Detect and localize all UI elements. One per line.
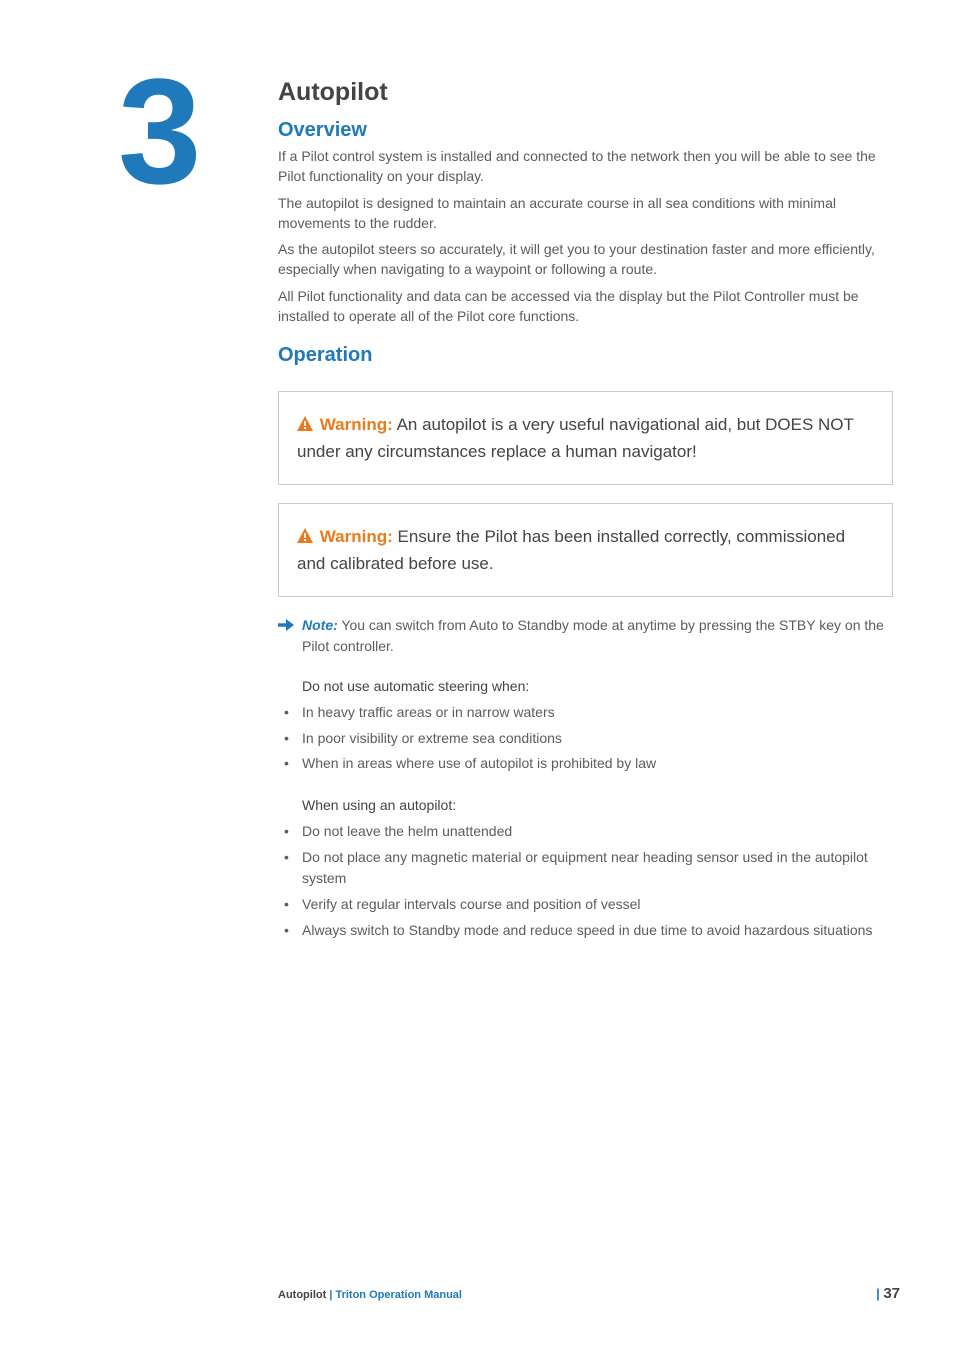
list-item: Always switch to Standby mode and reduce… [278,920,893,942]
warning-label: Warning: [320,527,393,546]
content-column: Autopilot Overview If a Pilot control sy… [278,78,893,941]
list-item: In heavy traffic areas or in narrow wate… [278,702,893,724]
list-item: Do not place any magnetic material or eq… [278,847,893,890]
warning-box-1: Warning: An autopilot is a very useful n… [278,391,893,485]
warning-label: Warning: [320,415,393,434]
footer: Autopilot | Triton Operation Manual | 37 [278,1285,900,1302]
chapter-number: 3 [118,56,197,206]
note-body: Note: You can switch from Auto to Standb… [302,615,893,656]
footer-section: Autopilot [278,1289,326,1301]
list-item: Do not leave the helm unattended [278,821,893,843]
overview-p4: All Pilot functionality and data can be … [278,286,893,327]
page-num: 37 [883,1285,900,1302]
warning-icon [297,525,313,551]
page-number: | 37 [876,1285,900,1302]
list1: In heavy traffic areas or in narrow wate… [278,702,893,775]
note-label: Note: [302,617,338,633]
breadcrumb: Autopilot | Triton Operation Manual [278,1289,462,1301]
warning-2-text: Warning: Ensure the Pilot has been insta… [297,524,874,576]
page-title: Autopilot [278,78,893,107]
operation-heading: Operation [278,344,893,367]
overview-p2: The autopilot is designed to maintain an… [278,193,893,234]
note: Note: You can switch from Auto to Standb… [278,615,893,656]
list-item: Verify at regular intervals course and p… [278,894,893,916]
list-item: When in areas where use of autopilot is … [278,753,893,775]
warning-icon [297,413,313,439]
list1-heading: Do not use automatic steering when: [302,678,893,694]
warning-1-text: Warning: An autopilot is a very useful n… [297,412,874,464]
note-text: You can switch from Auto to Standby mode… [302,617,884,653]
overview-heading: Overview [278,119,893,142]
overview-p3: As the autopilot steers so accurately, i… [278,239,893,280]
overview-p1: If a Pilot control system is installed a… [278,146,893,187]
arrow-right-icon [278,617,294,656]
warning-box-2: Warning: Ensure the Pilot has been insta… [278,503,893,597]
list-item: In poor visibility or extreme sea condit… [278,728,893,750]
list2-heading: When using an autopilot: [302,797,893,813]
page: 3 Autopilot Overview If a Pilot control … [0,0,954,1350]
footer-manual: Triton Operation Manual [335,1289,462,1301]
list2: Do not leave the helm unattended Do not … [278,821,893,941]
